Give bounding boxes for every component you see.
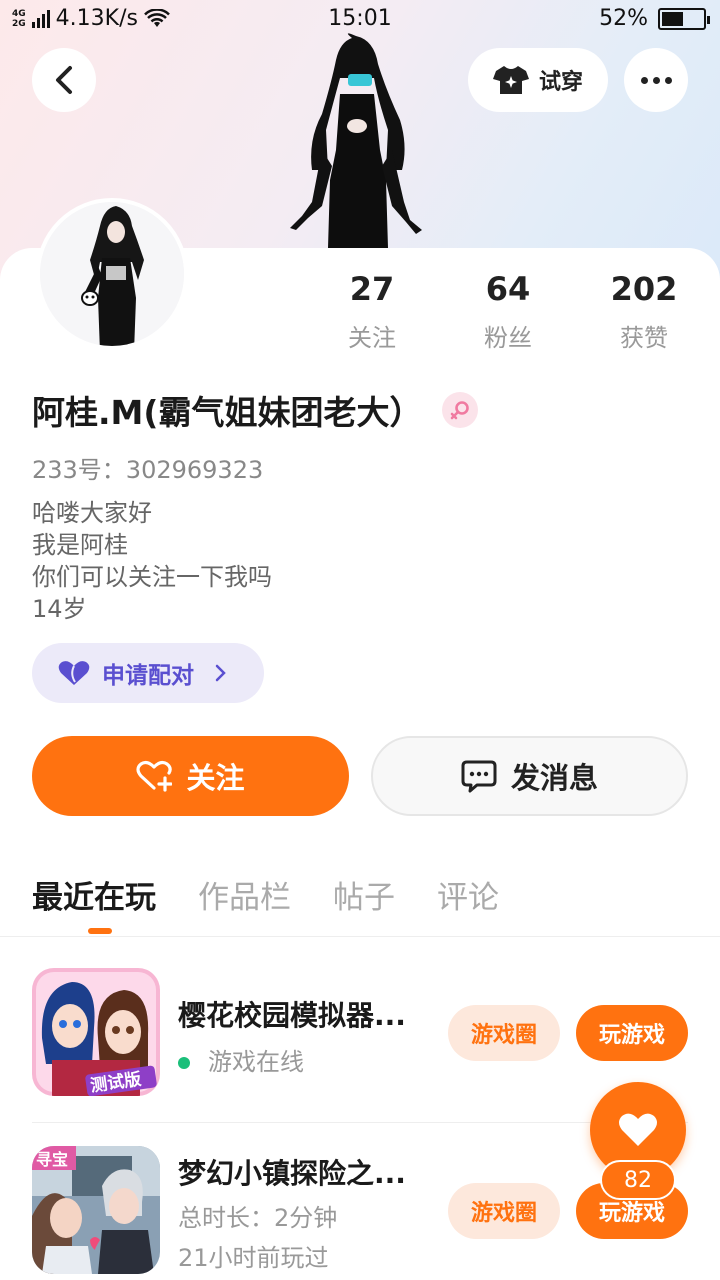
stat-likes[interactable]: 202 获赞 [584, 270, 704, 353]
stat-label: 粉丝 [484, 324, 532, 352]
try-on-button[interactable]: 试穿 [468, 48, 608, 112]
chevron-right-icon [215, 664, 226, 682]
bio-line: 哈喽大家好 [32, 499, 152, 527]
game-circle-button[interactable]: 游戏圈 [448, 1183, 560, 1239]
heart-plus-icon [136, 760, 173, 792]
avatar[interactable] [36, 198, 188, 350]
game-circle-button[interactable]: 游戏圈 [448, 1005, 560, 1061]
play-game-button[interactable]: 玩游戏 [576, 1005, 688, 1061]
chevron-left-icon [56, 66, 72, 94]
shirt-icon [492, 66, 529, 94]
list-item[interactable]: 测试版 樱花校园模拟器... 游戏在线 游戏圈 玩游戏 [32, 968, 688, 1098]
game-icon-badge: 寻宝 [36, 1150, 69, 1169]
more-dot [640, 76, 648, 84]
game-title: 樱花校园模拟器... [178, 999, 406, 1032]
profile-tabs: 最近在玩 作品栏 帖子 评论 [32, 872, 499, 934]
like-count-badge: 82 [600, 1160, 676, 1200]
tab-recently-played[interactable]: 最近在玩 [32, 872, 156, 934]
female-gender-icon [442, 392, 479, 428]
stat-value: 27 [349, 270, 395, 308]
back-button[interactable] [32, 48, 96, 112]
send-message-button[interactable]: 发消息 [371, 736, 688, 816]
stat-followers[interactable]: 64 粉丝 [448, 270, 568, 353]
battery-icon [658, 7, 710, 30]
game-title: 梦幻小镇探险之... [178, 1157, 406, 1190]
game-status: 游戏在线 [178, 1042, 304, 1077]
stat-following[interactable]: 27 关注 [312, 270, 432, 353]
tab-comments[interactable]: 评论 [437, 872, 499, 917]
follow-label: 关注 [186, 761, 245, 795]
name-row: 阿桂.M(霸气姐妹团老大） [32, 386, 479, 434]
game-icon: 寻宝 [32, 1146, 160, 1274]
user-id: 233号：302969323 [32, 456, 264, 484]
tab-posts[interactable]: 帖子 [333, 872, 395, 917]
message-label: 发消息 [510, 761, 598, 795]
divider [0, 936, 720, 937]
list-item[interactable]: 寻宝 梦幻小镇探险之... 总时长：2分钟 21小时前玩过 游戏圈 玩游戏 [32, 1146, 688, 1276]
game-icon: 测试版 [32, 968, 160, 1096]
stat-value: 202 [610, 270, 678, 308]
more-dot [652, 76, 660, 84]
stat-label: 关注 [348, 324, 396, 352]
avatar-figure-image [290, 33, 422, 248]
avatar-image [40, 202, 184, 346]
bio-line: 你们可以关注一下我吗 [32, 563, 272, 591]
try-on-label: 试穿 [538, 70, 583, 95]
last-played-time: 21小时前玩过 [178, 1244, 329, 1272]
game-status-label: 游戏在线 [208, 1048, 304, 1076]
bio-line: 14岁 [32, 595, 87, 623]
more-dot [664, 76, 672, 84]
user-name: 阿桂.M(霸气姐妹团老大） [32, 393, 423, 432]
pair-label: 申请配对 [102, 663, 194, 689]
heart-icon [619, 1113, 657, 1146]
more-button[interactable] [624, 48, 688, 112]
chat-bubble-icon [461, 760, 497, 793]
online-dot-icon [178, 1057, 190, 1069]
request-pair-button[interactable]: 申请配对 [32, 643, 264, 703]
stat-value: 64 [485, 270, 531, 308]
tab-works[interactable]: 作品栏 [198, 872, 291, 917]
play-duration: 总时长：2分钟 [178, 1204, 338, 1232]
heart-pair-icon [58, 661, 90, 685]
user-bio: 哈喽大家好 我是阿桂 你们可以关注一下我吗 14岁 [32, 497, 272, 625]
battery-percent: 52% [599, 6, 648, 31]
stat-label: 获赞 [620, 324, 668, 352]
follow-button[interactable]: 关注 [32, 736, 349, 816]
bio-line: 我是阿桂 [32, 531, 128, 559]
